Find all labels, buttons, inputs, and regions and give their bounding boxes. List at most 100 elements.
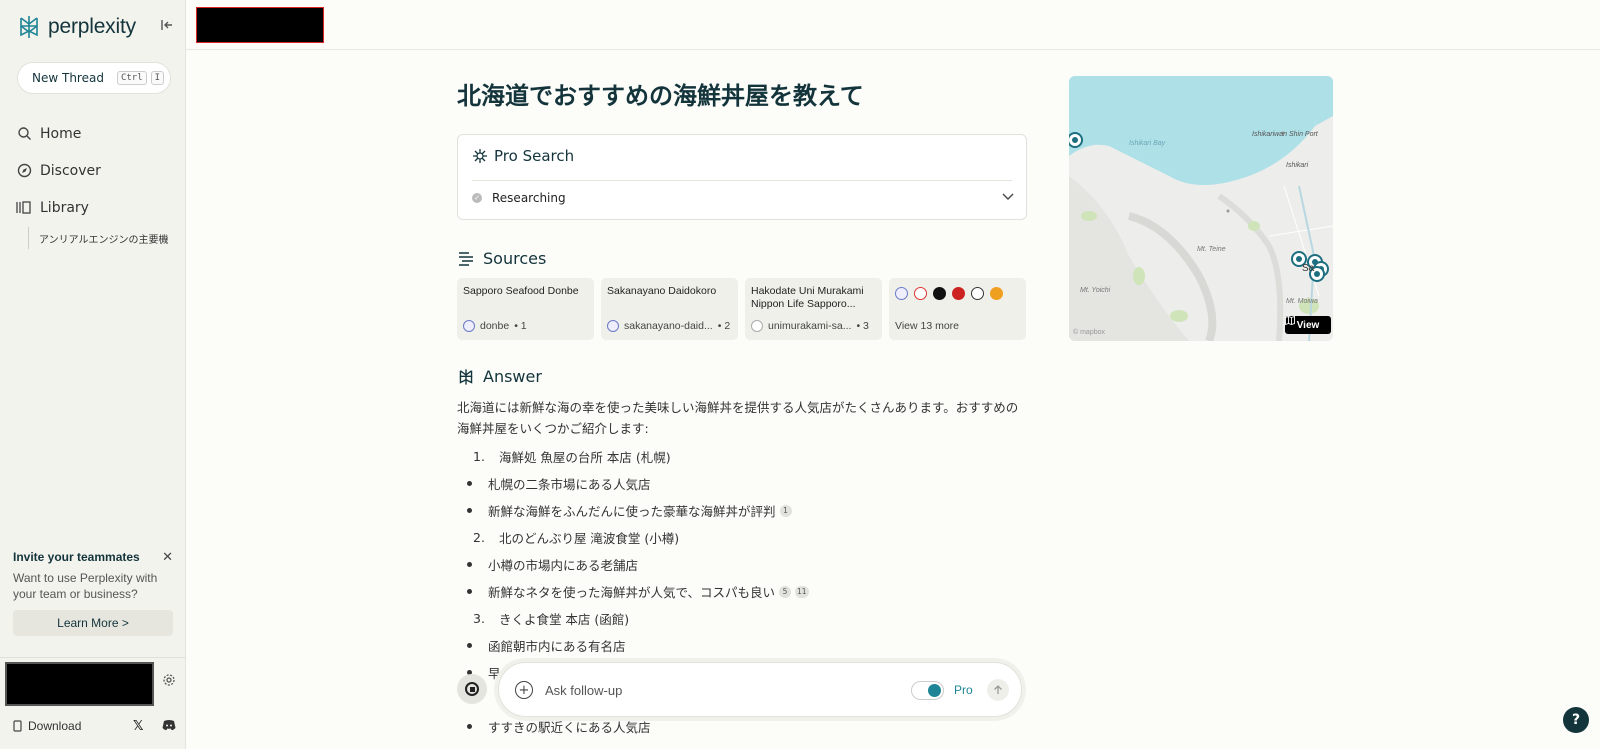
- favicon-row: [895, 287, 1020, 300]
- sidebar-item-discover[interactable]: Discover: [16, 152, 176, 189]
- source-num: • 1: [514, 320, 527, 332]
- mapbox-attribution: © mapbox: [1073, 329, 1106, 336]
- new-thread-label: New Thread: [32, 71, 104, 85]
- map-widget[interactable]: Ishikari Bay Ishikariwan Shin Port Ishik…: [1069, 76, 1333, 341]
- view-map-button[interactable]: View: [1285, 316, 1331, 334]
- download-label: Download: [28, 719, 82, 733]
- list-text: 小樽の市場内にある老舗店: [488, 558, 639, 573]
- map-label: Mt. Teine: [1197, 246, 1226, 253]
- sources-icon: [459, 251, 473, 266]
- bullet: [467, 589, 472, 594]
- source-meta: unimurakami-sa... • 3: [751, 320, 869, 332]
- list-item: 新鮮な海鮮をふんだんに使った豪華な海鮮丼が評判 1: [457, 497, 1027, 524]
- list-text: 早: [488, 666, 501, 681]
- list-text: すすきの駅近くにある人気店: [488, 720, 651, 735]
- search-icon: [16, 126, 32, 142]
- list-text: 海鮮処 魚屋の台所 本店 (札幌): [498, 450, 671, 465]
- arrow-up-icon: [994, 685, 1002, 694]
- source-card[interactable]: Hakodate Uni Murakami Nippon Life Sappor…: [745, 278, 882, 340]
- site-favicon-icon: [952, 287, 965, 300]
- map-label: Mt. Moiwa: [1286, 298, 1318, 305]
- site-favicon-icon: [914, 287, 927, 300]
- list-item: 小樽の市場内にある老舗店: [457, 551, 1027, 578]
- list-text: 北のどんぶり屋 滝波食堂 (小樽): [498, 531, 680, 546]
- brand-logo[interactable]: perplexity: [16, 14, 136, 40]
- top-bar: [186, 0, 1600, 50]
- list-item: 新鮮なネタを使った海鮮丼が人気で、コスパも良い 5 11: [457, 578, 1027, 605]
- sidebar-item-library[interactable]: Library: [16, 189, 176, 226]
- view-more-label: View 13 more: [895, 320, 960, 332]
- check-icon: ✓: [472, 193, 482, 203]
- list-number: 2.: [473, 530, 485, 545]
- shortcut-ctrl: Ctrl: [116, 71, 147, 85]
- chevron-down-icon[interactable]: [1002, 190, 1014, 204]
- invite-card: Invite your teammates ✕ Want to use Perp…: [13, 550, 173, 602]
- new-thread-button[interactable]: New Thread Ctrl I: [17, 62, 171, 94]
- device-icon: [13, 720, 22, 732]
- globe-icon: [463, 320, 475, 332]
- invite-body: Want to use Perplexity with your team or…: [13, 571, 158, 601]
- view-more-sources-card[interactable]: View 13 more: [889, 278, 1026, 340]
- bullet: [467, 562, 472, 567]
- list-text: 函館朝市内にある有名店: [488, 639, 626, 654]
- x-twitter-icon[interactable]: 𝕏: [133, 719, 143, 734]
- source-title: Sakanayano Daidokoro: [607, 285, 717, 297]
- map-label: Sa: [1302, 263, 1315, 274]
- help-button[interactable]: ?: [1563, 707, 1589, 733]
- map-label: Ishikari: [1286, 162, 1309, 169]
- research-step-label: Researching: [492, 191, 566, 205]
- list-text: 新鮮なネタを使った海鮮丼が人気で、コスパも良い: [488, 585, 776, 600]
- research-step[interactable]: ✓ Researching: [472, 191, 566, 205]
- shortcut-i: I: [150, 71, 165, 85]
- list-item: すすきの駅近くにある人気店: [457, 713, 1027, 740]
- view-map-label: View: [1296, 319, 1320, 331]
- source-site: unimurakami-sa...: [768, 320, 852, 332]
- attach-plus-icon[interactable]: +: [515, 681, 533, 699]
- thread-title-redacted[interactable]: [196, 7, 324, 43]
- source-meta: donbe • 1: [463, 320, 527, 332]
- follow-up-bar: + Pro: [498, 662, 1022, 717]
- answer-title: Answer: [483, 367, 542, 386]
- stop-icon: [465, 682, 479, 696]
- sparkle-icon: [473, 149, 487, 163]
- divider: [472, 180, 1012, 181]
- map-label: Ishikariwan Shin Port: [1252, 131, 1318, 138]
- library-icon: [16, 200, 32, 216]
- compass-icon: [16, 163, 32, 179]
- discord-icon[interactable]: [162, 719, 176, 731]
- map-pin-icon[interactable]: [1069, 132, 1083, 148]
- gear-icon[interactable]: [162, 673, 176, 691]
- close-icon[interactable]: ✕: [162, 550, 173, 565]
- globe-icon: [607, 320, 619, 332]
- bullet: [467, 724, 472, 729]
- toggle-knob: [928, 684, 941, 697]
- list-text: きくよ食堂 本店 (函館): [498, 612, 630, 627]
- list-number: 3.: [473, 611, 485, 626]
- user-account-redacted[interactable]: [5, 662, 154, 706]
- send-button[interactable]: [987, 679, 1009, 701]
- sidebar-item-home[interactable]: Home: [16, 115, 176, 152]
- collapse-sidebar-icon[interactable]: [160, 18, 178, 36]
- source-site: sakanayano-daid...: [624, 320, 713, 332]
- citation-badge[interactable]: 5: [779, 585, 792, 598]
- stop-generation-button[interactable]: [457, 674, 487, 704]
- library-thread-item[interactable]: アンリアルエンジンの主要機...: [28, 227, 168, 249]
- map-icon: [1285, 316, 1295, 325]
- source-card[interactable]: Sapporo Seafood Donbe donbe • 1: [457, 278, 594, 340]
- download-link[interactable]: Download: [13, 719, 81, 733]
- site-favicon-icon: [933, 287, 946, 300]
- citation-badge[interactable]: 1: [779, 504, 792, 517]
- site-favicon-icon: [971, 287, 984, 300]
- pro-search-header: Pro Search: [472, 147, 574, 165]
- sidebar-item-label: Discover: [40, 162, 101, 179]
- page-title: 北海道でおすすめの海鮮丼屋を教えて: [457, 82, 864, 110]
- map-label: Mt. Yoichi: [1080, 287, 1111, 294]
- map-label: Ishikari Bay: [1129, 140, 1166, 147]
- follow-up-input[interactable]: [545, 677, 885, 703]
- source-card[interactable]: Sakanayano Daidokoro sakanayano-daid... …: [601, 278, 738, 340]
- learn-more-button[interactable]: Learn More >: [13, 610, 173, 636]
- citation-badge[interactable]: 11: [795, 585, 809, 598]
- pro-toggle[interactable]: [911, 681, 944, 700]
- bullet: [467, 643, 472, 648]
- sidebar: perplexity New Thread Ctrl I Home Discov…: [0, 0, 186, 749]
